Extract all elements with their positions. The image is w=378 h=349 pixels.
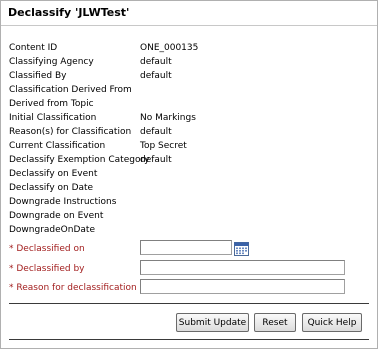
- declassified-by-field[interactable]: [140, 260, 345, 275]
- current-classification-label: Current Classification: [9, 141, 106, 151]
- buttons-top-divider: [9, 303, 369, 304]
- content-id-label: Content ID: [9, 43, 58, 53]
- reset-button[interactable]: Reset: [254, 313, 296, 332]
- buttons-bottom-divider: [9, 339, 369, 340]
- reason-for-declassification-label: * Reason for declassification: [9, 283, 137, 293]
- downgrade-on-event-label: Downgrade on Event: [9, 211, 104, 221]
- declassify-on-date-label: Declassify on Date: [9, 183, 94, 193]
- initial-classification-label: Initial Classification: [9, 113, 97, 123]
- content-id-value: ONE_000135: [140, 43, 199, 53]
- declassified-by-label: * Declassified by: [9, 264, 85, 274]
- reason-for-declassification-field[interactable]: [140, 279, 345, 294]
- reasons-for-classification-label: Reason(s) for Classification: [9, 127, 132, 137]
- title-divider: [1, 25, 377, 26]
- current-classification-value: Top Secret: [140, 141, 187, 151]
- derived-from-topic-label: Derived from Topic: [9, 99, 94, 109]
- declassify-panel: Declassify 'JLWTest' Content ID ONE_0001…: [0, 0, 378, 349]
- declassify-exemption-category-value: default: [140, 155, 172, 165]
- reasons-for-classification-value: default: [140, 127, 172, 137]
- declassify-exemption-category-label: Declassify Exemption Category: [9, 155, 150, 165]
- calendar-icon[interactable]: [234, 242, 249, 256]
- page-title: Declassify 'JLWTest': [8, 6, 130, 19]
- declassified-on-label: * Declassified on: [9, 244, 85, 254]
- downgrade-on-date-label: DowngradeOnDate: [9, 225, 95, 235]
- classifying-agency-label: Classifying Agency: [9, 57, 94, 67]
- submit-update-button[interactable]: Submit Update: [176, 313, 249, 332]
- initial-classification-value: No Markings: [140, 113, 196, 123]
- declassify-on-event-label: Declassify on Event: [9, 169, 98, 179]
- declassified-on-field[interactable]: [140, 240, 232, 255]
- quick-help-button[interactable]: Quick Help: [302, 313, 362, 332]
- classification-derived-from-label: Classification Derived From: [9, 85, 132, 95]
- downgrade-instructions-label: Downgrade Instructions: [9, 197, 117, 207]
- classified-by-value: default: [140, 71, 172, 81]
- classified-by-label: Classified By: [9, 71, 67, 81]
- classifying-agency-value: default: [140, 57, 172, 67]
